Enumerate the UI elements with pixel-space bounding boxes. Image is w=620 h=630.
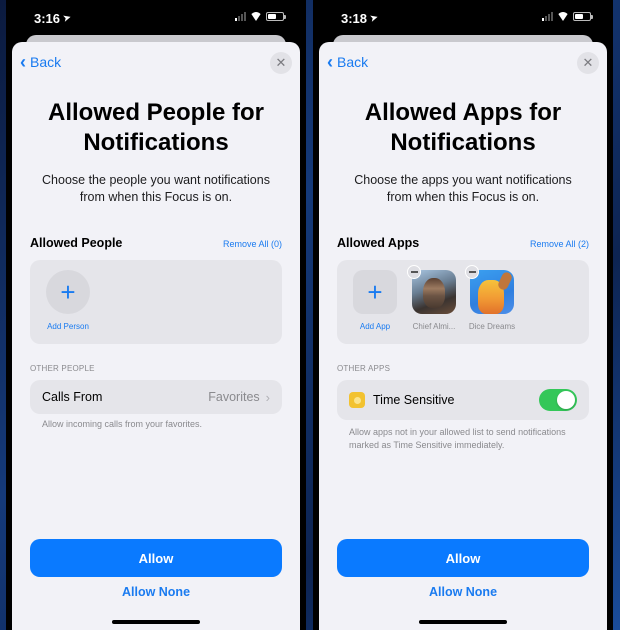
calls-from-value: Favorites <box>208 390 260 404</box>
time-sensitive-toggle[interactable] <box>539 389 577 411</box>
status-bar: 3:18 ➤ <box>313 0 613 36</box>
page-title: Allowed Apps for Notifications <box>364 99 562 156</box>
back-label: Back <box>337 54 369 70</box>
home-indicator <box>112 620 200 624</box>
other-section-label: OTHER APPS <box>337 364 391 373</box>
phone-screen-people: 3:16 ➤ ‹ Back ✕ Allowed People for Notif… <box>6 0 306 630</box>
remove-all-button[interactable]: Remove All (0) <box>223 239 282 249</box>
remove-all-button[interactable]: Remove All (2) <box>530 239 589 249</box>
phone-screen-apps: 3:18 ➤ ‹ Back ✕ Allowed Apps for Notific… <box>313 0 613 630</box>
allowed-people-group: + Add Person <box>30 260 282 344</box>
time-sensitive-label: Time Sensitive <box>373 393 455 407</box>
battery-icon <box>573 12 593 21</box>
battery-icon <box>266 12 286 21</box>
allow-none-button[interactable]: Allow None <box>319 585 607 599</box>
status-icons <box>235 12 286 21</box>
allow-button[interactable]: Allow <box>337 539 589 577</box>
page-subtitle: Choose the people you want notifications… <box>42 173 270 204</box>
allowed-app-item[interactable]: Chief Almi... <box>407 265 461 331</box>
home-indicator <box>419 620 507 624</box>
dice-dreams-app-icon <box>465 265 514 314</box>
clock: 3:16 <box>34 11 61 26</box>
section-header: Allowed Apps Remove All (2) <box>337 236 589 250</box>
section-title: Allowed People <box>30 236 123 250</box>
close-icon: ✕ <box>275 55 287 70</box>
add-app-label: Add App <box>359 322 391 331</box>
section-header: Allowed People Remove All (0) <box>30 236 282 250</box>
allowed-apps-group: + Add App Chief Almi... Dice Dreams <box>337 260 589 344</box>
remove-app-minus-icon[interactable] <box>465 265 479 279</box>
status-icons <box>542 12 593 21</box>
time-sensitive-row: Time Sensitive <box>337 380 589 420</box>
app-name: Chief Almi... <box>412 322 456 331</box>
location-arrow-icon: ➤ <box>368 12 380 25</box>
back-button[interactable]: ‹ Back <box>20 52 62 72</box>
cellular-signal-icon <box>235 12 246 21</box>
cellular-signal-icon <box>542 12 553 21</box>
time-sensitive-icon <box>349 392 365 408</box>
status-time: 3:16 ➤ <box>34 11 73 26</box>
close-icon: ✕ <box>582 55 594 70</box>
add-app-button[interactable]: + Add App <box>351 270 399 331</box>
plus-icon: + <box>46 270 90 314</box>
page-subtitle: Choose the apps you want notifications f… <box>354 173 572 204</box>
calls-from-footnote: Allow incoming calls from your favorites… <box>42 419 203 429</box>
time-sensitive-footnote: Allow apps not in your allowed list to s… <box>349 427 566 450</box>
other-section-label: OTHER PEOPLE <box>30 364 95 373</box>
plus-icon: + <box>353 270 397 314</box>
remove-app-minus-icon[interactable] <box>407 265 421 279</box>
section-title: Allowed Apps <box>337 236 420 250</box>
back-label: Back <box>30 54 62 70</box>
status-bar: 3:16 ➤ <box>6 0 306 36</box>
allow-none-button[interactable]: Allow None <box>12 585 300 599</box>
add-person-button[interactable]: + Add Person <box>44 270 92 331</box>
chevron-right-icon: › <box>265 389 270 405</box>
back-button[interactable]: ‹ Back <box>327 52 369 72</box>
chevron-left-icon: ‹ <box>20 52 26 72</box>
wifi-icon <box>250 12 262 21</box>
chief-almighty-app-icon <box>407 265 456 314</box>
clock: 3:18 <box>341 11 368 26</box>
page-title: Allowed People for Notifications <box>47 99 265 156</box>
modal-sheet: ‹ Back ✕ Allowed Apps for Notifications … <box>319 42 607 630</box>
location-arrow-icon: ➤ <box>61 12 73 25</box>
calls-from-row[interactable]: Calls From Favorites › <box>30 380 282 414</box>
modal-sheet: ‹ Back ✕ Allowed People for Notification… <box>12 42 300 630</box>
status-time: 3:18 ➤ <box>341 11 380 26</box>
wifi-icon <box>557 12 569 21</box>
calls-from-label: Calls From <box>42 390 103 404</box>
add-person-label: Add Person <box>47 322 89 331</box>
app-name: Dice Dreams <box>468 322 516 331</box>
chevron-left-icon: ‹ <box>327 52 333 72</box>
allowed-app-item[interactable]: Dice Dreams <box>465 265 519 331</box>
allow-button[interactable]: Allow <box>30 539 282 577</box>
close-button[interactable]: ✕ <box>270 52 292 74</box>
close-button[interactable]: ✕ <box>577 52 599 74</box>
